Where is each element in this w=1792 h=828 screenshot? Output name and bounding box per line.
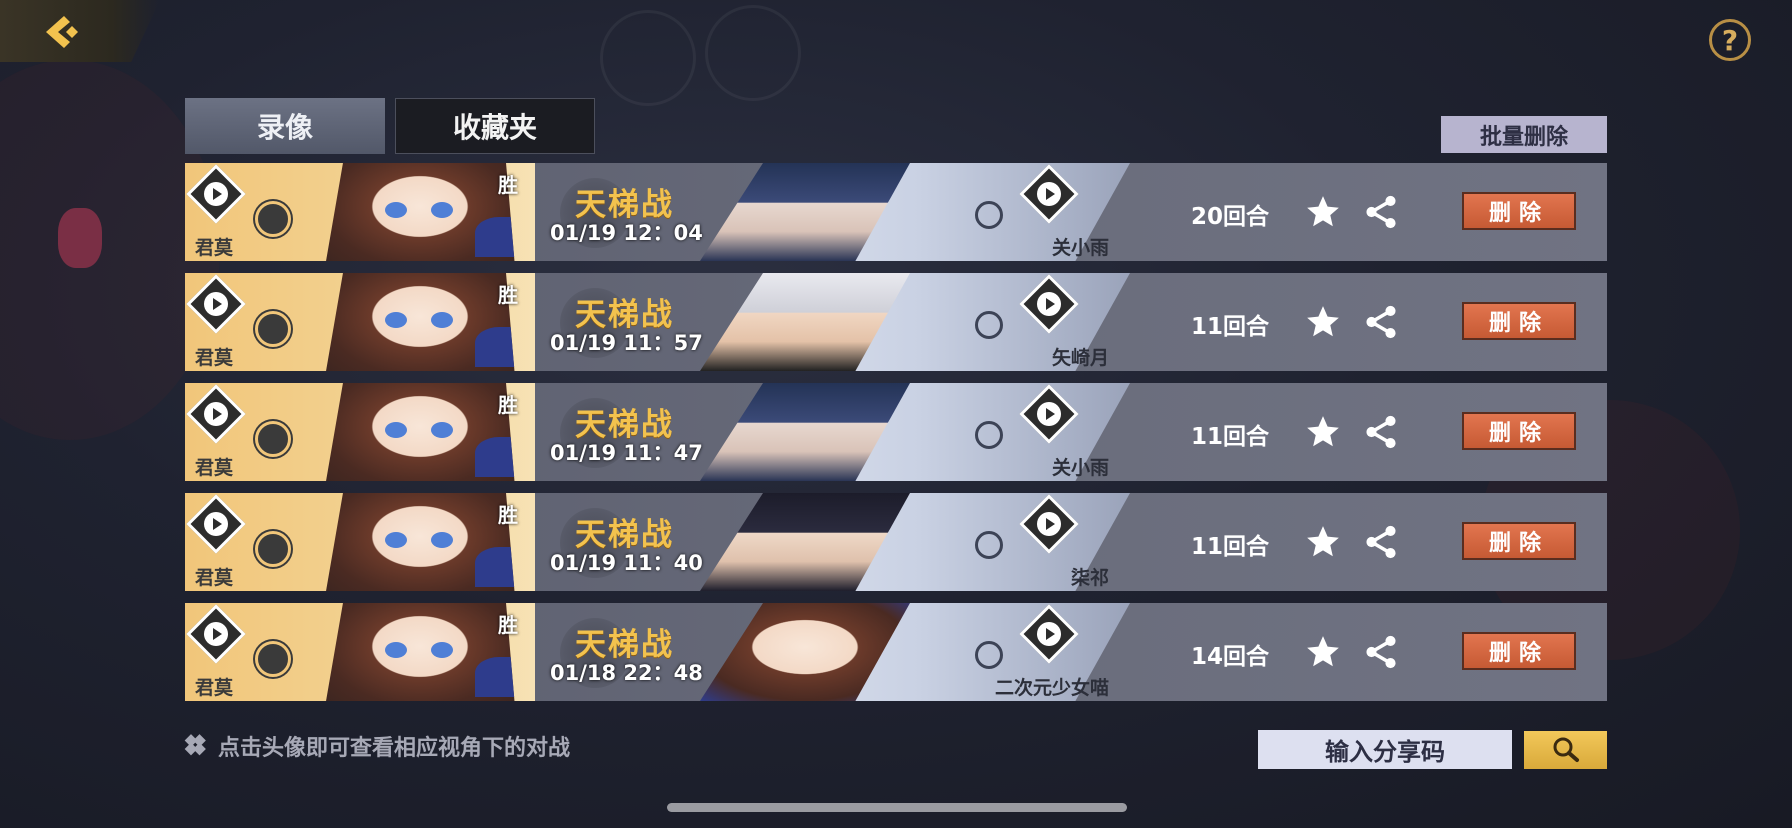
share-icon[interactable] bbox=[1362, 523, 1400, 561]
player-avatar[interactable] bbox=[325, 163, 515, 261]
player-name: 君莫 bbox=[195, 567, 234, 589]
match-result: 胜 bbox=[498, 283, 518, 307]
share-icon[interactable] bbox=[1362, 303, 1400, 341]
tab-favorites[interactable]: 收藏夹 bbox=[395, 98, 595, 154]
player-avatar[interactable] bbox=[325, 383, 515, 481]
round-count: 14回合 bbox=[1190, 644, 1269, 670]
player-name: 君莫 bbox=[195, 237, 234, 259]
player-avatar[interactable] bbox=[325, 273, 515, 371]
favorite-star-icon[interactable] bbox=[1304, 303, 1342, 341]
match-time: 01/18 22：48 bbox=[550, 661, 703, 685]
delete-button[interactable]: 删除 bbox=[1462, 632, 1576, 670]
opponent-name: 关小雨 bbox=[1051, 237, 1109, 259]
share-icon[interactable] bbox=[1362, 413, 1400, 451]
hint-text-row: 点击头像即可查看相应视角下的对战 bbox=[190, 730, 570, 762]
question-mark-icon: ? bbox=[1721, 23, 1739, 57]
opponent-faction-icon bbox=[975, 641, 1003, 669]
match-time: 01/19 11：57 bbox=[550, 331, 703, 355]
match-result: 胜 bbox=[498, 393, 518, 417]
back-arrow-icon bbox=[46, 16, 78, 48]
side-mascot-icon bbox=[58, 208, 102, 268]
opponent-name: 二次元少女喵 bbox=[994, 677, 1109, 699]
opponent-name: 矢崎月 bbox=[1051, 347, 1109, 369]
back-button[interactable] bbox=[0, 0, 160, 62]
share-icon[interactable] bbox=[1362, 633, 1400, 671]
round-count: 11回合 bbox=[1190, 534, 1269, 560]
background-ornament bbox=[705, 5, 801, 101]
hint-text: 点击头像即可查看相应视角下的对战 bbox=[218, 736, 571, 761]
player-name: 君莫 bbox=[195, 457, 234, 479]
diamond-bullet-icon bbox=[190, 736, 210, 756]
opponent-faction-icon bbox=[975, 531, 1003, 559]
round-count: 11回合 bbox=[1190, 424, 1269, 450]
opponent-faction-icon bbox=[975, 311, 1003, 339]
guild-crest-icon bbox=[255, 201, 291, 237]
opponent-faction-icon bbox=[975, 421, 1003, 449]
opponent-name: 关小雨 bbox=[1051, 457, 1109, 479]
match-result: 胜 bbox=[498, 613, 518, 637]
delete-button[interactable]: 删除 bbox=[1462, 192, 1576, 230]
match-result: 胜 bbox=[498, 173, 518, 197]
replay-row: 君莫 胜 天梯战 01/19 12：04 关小雨 20回合 删除 bbox=[185, 163, 1607, 261]
favorite-star-icon[interactable] bbox=[1304, 633, 1342, 671]
match-time: 01/19 11：47 bbox=[550, 441, 703, 465]
match-result: 胜 bbox=[498, 503, 518, 527]
round-count: 11回合 bbox=[1190, 314, 1269, 340]
delete-button[interactable]: 删除 bbox=[1462, 522, 1576, 560]
batch-delete-button[interactable]: 批量删除 bbox=[1441, 116, 1607, 153]
guild-crest-icon bbox=[255, 641, 291, 677]
player-name: 君莫 bbox=[195, 677, 234, 699]
search-button[interactable] bbox=[1524, 731, 1607, 769]
replay-row: 君莫 胜 天梯战 01/19 11：40 柒祁 11回合 删除 bbox=[185, 493, 1607, 591]
replay-row: 君莫 胜 天梯战 01/19 11：47 关小雨 11回合 删除 bbox=[185, 383, 1607, 481]
delete-button[interactable]: 删除 bbox=[1462, 412, 1576, 450]
tab-bar: 录像 收藏夹 bbox=[185, 98, 595, 154]
player-name: 君莫 bbox=[195, 347, 234, 369]
home-indicator[interactable] bbox=[667, 803, 1127, 812]
player-avatar[interactable] bbox=[325, 493, 515, 591]
player-avatar[interactable] bbox=[325, 603, 515, 701]
guild-crest-icon bbox=[255, 421, 291, 457]
guild-crest-icon bbox=[255, 531, 291, 567]
search-icon bbox=[1553, 737, 1579, 762]
round-count: 20回合 bbox=[1190, 204, 1269, 230]
share-code-input[interactable]: 输入分享码 bbox=[1258, 730, 1512, 769]
replay-row: 君莫 胜 天梯战 01/18 22：48 二次元少女喵 14回合 删除 bbox=[185, 603, 1607, 701]
share-icon[interactable] bbox=[1362, 193, 1400, 231]
match-time: 01/19 11：40 bbox=[550, 551, 703, 575]
favorite-star-icon[interactable] bbox=[1304, 523, 1342, 561]
delete-button[interactable]: 删除 bbox=[1462, 302, 1576, 340]
match-time: 01/19 12：04 bbox=[550, 221, 703, 245]
replay-list: 君莫 胜 天梯战 01/19 12：04 关小雨 20回合 删除 君莫 胜 天梯… bbox=[185, 163, 1607, 713]
favorite-star-icon[interactable] bbox=[1304, 193, 1342, 231]
tab-recordings[interactable]: 录像 bbox=[185, 98, 385, 154]
favorite-star-icon[interactable] bbox=[1304, 413, 1342, 451]
opponent-name: 柒祁 bbox=[1070, 567, 1109, 589]
background-ornament bbox=[600, 10, 696, 106]
help-button[interactable]: ? bbox=[1709, 19, 1751, 61]
guild-crest-icon bbox=[255, 311, 291, 347]
replay-row: 君莫 胜 天梯战 01/19 11：57 矢崎月 11回合 删除 bbox=[185, 273, 1607, 371]
opponent-faction-icon bbox=[975, 201, 1003, 229]
